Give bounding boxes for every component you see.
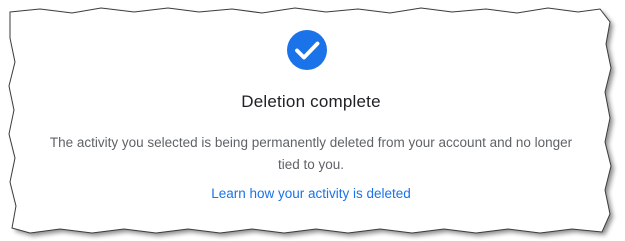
learn-how-deleted-link[interactable]: Learn how your activity is deleted	[18, 186, 604, 201]
dialog-message: The activity you selected is being perma…	[18, 132, 604, 176]
dialog-message-line-2: tied to you.	[277, 157, 345, 172]
dialog-message-line-1: The activity you selected is being perma…	[49, 135, 573, 150]
deletion-complete-dialog: Deletion complete The activity you selec…	[18, 14, 604, 220]
dialog-title: Deletion complete	[241, 92, 381, 111]
screenshot-frame: Deletion complete The activity you selec…	[0, 0, 625, 241]
check-circle-icon	[287, 30, 327, 70]
